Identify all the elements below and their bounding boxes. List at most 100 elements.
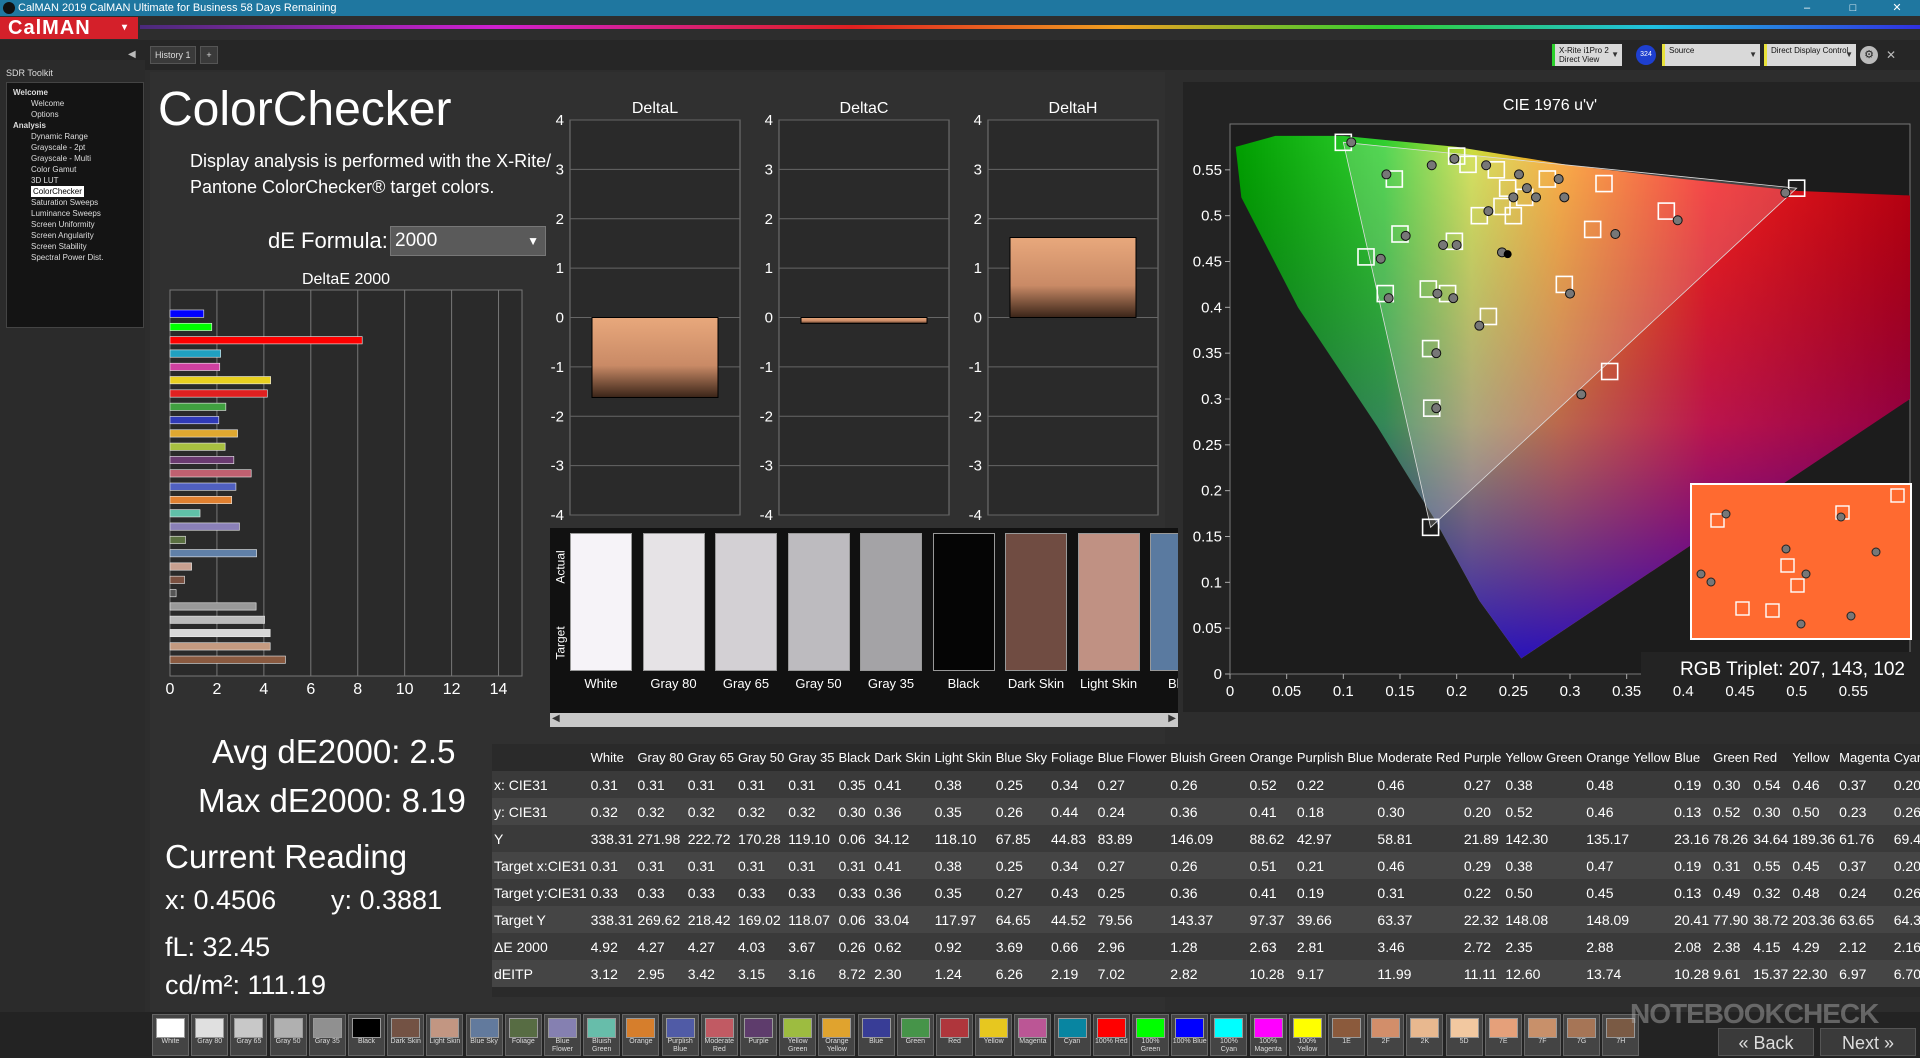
- column-header[interactable]: Gray 65: [685, 744, 736, 771]
- swatch-moderate-red[interactable]: Moderate Red: [700, 1014, 738, 1056]
- swatch-light-skin[interactable]: Light Skin: [426, 1014, 464, 1056]
- column-header[interactable]: Yellow: [1790, 744, 1838, 771]
- swatch-gray-65[interactable]: Gray 65: [230, 1014, 268, 1056]
- sidebar-item-saturation-sweeps[interactable]: Saturation Sweeps: [7, 197, 143, 208]
- add-tab-button[interactable]: +: [200, 46, 218, 64]
- column-header[interactable]: Gray 35: [786, 744, 837, 771]
- swatch-100-cyan[interactable]: 100% Cyan: [1210, 1014, 1248, 1056]
- column-header[interactable]: Foliage: [1049, 744, 1096, 771]
- swatch-bluish-green[interactable]: Bluish Green: [583, 1014, 621, 1056]
- column-header[interactable]: Cyan: [1891, 744, 1920, 771]
- column-header[interactable]: Gray 80: [635, 744, 686, 771]
- swatch-2f[interactable]: 2F: [1367, 1014, 1405, 1056]
- patch-light-skin[interactable]: Light Skin: [1077, 533, 1140, 708]
- swatch-yellow[interactable]: Yellow: [975, 1014, 1013, 1056]
- minimize-button[interactable]: –: [1784, 0, 1830, 16]
- back-button[interactable]: « Back: [1718, 1028, 1814, 1056]
- swatch-2k[interactable]: 2K: [1406, 1014, 1444, 1056]
- sidebar-item-analysis[interactable]: Analysis: [7, 120, 143, 131]
- column-header[interactable]: Gray 50: [735, 744, 787, 771]
- scroll-left-icon[interactable]: ◀: [552, 713, 560, 724]
- column-header[interactable]: Magenta: [1837, 744, 1892, 771]
- swatch-5d[interactable]: 5D: [1445, 1014, 1483, 1056]
- swatch-100-green[interactable]: 100% Green: [1132, 1014, 1169, 1056]
- column-header[interactable]: White: [588, 744, 636, 771]
- settings-icon[interactable]: ⚙: [1860, 46, 1878, 64]
- patch-gray-80[interactable]: Gray 80: [642, 533, 705, 708]
- column-header[interactable]: Moderate Red: [1375, 744, 1462, 771]
- column-header[interactable]: Purplish Blue: [1294, 744, 1376, 771]
- column-header[interactable]: Yellow Green: [1503, 744, 1585, 771]
- calman-menu-button[interactable]: CalMAN ▾: [0, 17, 138, 39]
- sidebar-item-options[interactable]: Options: [7, 109, 143, 120]
- swatch-100-yellow[interactable]: 100% Yellow: [1288, 1014, 1326, 1056]
- swatch-blue[interactable]: Blue: [857, 1014, 895, 1056]
- swatch-cyan[interactable]: Cyan: [1053, 1014, 1091, 1056]
- swatch-green[interactable]: Green: [896, 1014, 934, 1056]
- sidebar-item-spectral-power-dist-[interactable]: Spectral Power Dist.: [7, 252, 143, 263]
- column-header[interactable]: Purple: [1461, 744, 1504, 771]
- sidebar-item-grayscale-2pt[interactable]: Grayscale - 2pt: [7, 142, 143, 153]
- patch-dark-skin[interactable]: Dark Skin: [1005, 533, 1067, 708]
- close-panel-icon[interactable]: ✕: [1882, 46, 1900, 64]
- swatch-7g[interactable]: 7G: [1563, 1014, 1601, 1056]
- meter-device[interactable]: X-Rite i1Pro 2 Direct View ▼: [1552, 44, 1622, 66]
- patch-blue[interactable]: Blue: [1150, 533, 1178, 708]
- patch-gray-35[interactable]: Gray 35: [860, 533, 922, 708]
- swatch-yellow-green[interactable]: Yellow Green: [779, 1014, 817, 1056]
- sidebar-item-welcome[interactable]: Welcome: [7, 98, 143, 109]
- sidebar-item-color-gamut[interactable]: Color Gamut: [7, 164, 143, 175]
- patch-black[interactable]: Black: [932, 533, 995, 708]
- swatch-blue-flower[interactable]: Blue Flower: [544, 1014, 581, 1056]
- sidebar-item-dynamic-range[interactable]: Dynamic Range: [7, 131, 143, 142]
- column-header[interactable]: Orange Yellow: [1584, 744, 1673, 771]
- swatch-7f[interactable]: 7F: [1524, 1014, 1561, 1056]
- next-button[interactable]: Next »: [1820, 1028, 1916, 1056]
- tab-history-1[interactable]: History 1: [150, 46, 196, 64]
- sidebar-item-welcome[interactable]: Welcome: [7, 87, 143, 98]
- swatch-purplish-blue[interactable]: Purplish Blue: [661, 1014, 699, 1056]
- swatch-white[interactable]: White: [152, 1014, 189, 1056]
- swatch-gray-35[interactable]: Gray 35: [308, 1014, 346, 1056]
- source-device[interactable]: Source ▼: [1662, 44, 1760, 66]
- patch-scrollbar[interactable]: ◀ ▶: [550, 713, 1178, 727]
- de-formula-select[interactable]: 2000 ▼: [390, 226, 546, 256]
- swatch-foliage[interactable]: Foliage: [504, 1014, 542, 1056]
- sidebar-item-screen-angularity[interactable]: Screen Angularity: [7, 230, 143, 241]
- column-header[interactable]: Green: [1711, 744, 1752, 771]
- patch-gray-65[interactable]: Gray 65: [715, 533, 777, 708]
- sidebar-item-luminance-sweeps[interactable]: Luminance Sweeps: [7, 208, 143, 219]
- swatch-gray-80[interactable]: Gray 80: [191, 1014, 229, 1056]
- sidebar-item-screen-uniformity[interactable]: Screen Uniformity: [7, 219, 143, 230]
- swatch-100-blue[interactable]: 100% Blue: [1171, 1014, 1209, 1056]
- swatch-orange[interactable]: Orange: [622, 1014, 660, 1056]
- display-device[interactable]: Direct Display Control ▼: [1764, 44, 1856, 66]
- sidebar-item-screen-stability[interactable]: Screen Stability: [7, 241, 143, 252]
- swatch-dark-skin[interactable]: Dark Skin: [387, 1014, 425, 1056]
- meter-badge[interactable]: 324: [1636, 45, 1656, 65]
- swatch-100-magenta[interactable]: 100% Magenta: [1249, 1014, 1287, 1056]
- sidebar-item-3d-lut[interactable]: 3D LUT: [7, 175, 143, 186]
- column-header[interactable]: Blue: [1672, 744, 1712, 771]
- column-header[interactable]: Red: [1751, 744, 1791, 771]
- patch-white[interactable]: White: [570, 533, 632, 708]
- swatch-gray-50[interactable]: Gray 50: [269, 1014, 307, 1056]
- sidebar-item-grayscale-multi[interactable]: Grayscale - Multi: [7, 153, 143, 164]
- swatch-orange-yellow[interactable]: Orange Yellow: [818, 1014, 856, 1056]
- swatch-7e[interactable]: 7E: [1484, 1014, 1522, 1056]
- close-button[interactable]: ✕: [1874, 0, 1920, 16]
- patch-gray-50[interactable]: Gray 50: [787, 533, 850, 708]
- swatch-100-red[interactable]: 100% Red: [1092, 1014, 1130, 1056]
- swatch-purple[interactable]: Purple: [740, 1014, 777, 1056]
- column-header[interactable]: Light Skin: [932, 744, 994, 771]
- scroll-right-icon[interactable]: ▶: [1168, 713, 1176, 724]
- column-header[interactable]: Dark Skin: [872, 744, 933, 771]
- swatch-black[interactable]: Black: [348, 1014, 385, 1056]
- column-header[interactable]: Orange: [1247, 744, 1295, 771]
- swatch-magenta[interactable]: Magenta: [1014, 1014, 1052, 1056]
- maximize-button[interactable]: □: [1830, 0, 1876, 16]
- column-header[interactable]: Black: [836, 744, 873, 771]
- swatch-blue-sky[interactable]: Blue Sky: [465, 1014, 503, 1056]
- column-header[interactable]: Bluish Green: [1168, 744, 1248, 771]
- column-header[interactable]: Blue Sky: [993, 744, 1049, 771]
